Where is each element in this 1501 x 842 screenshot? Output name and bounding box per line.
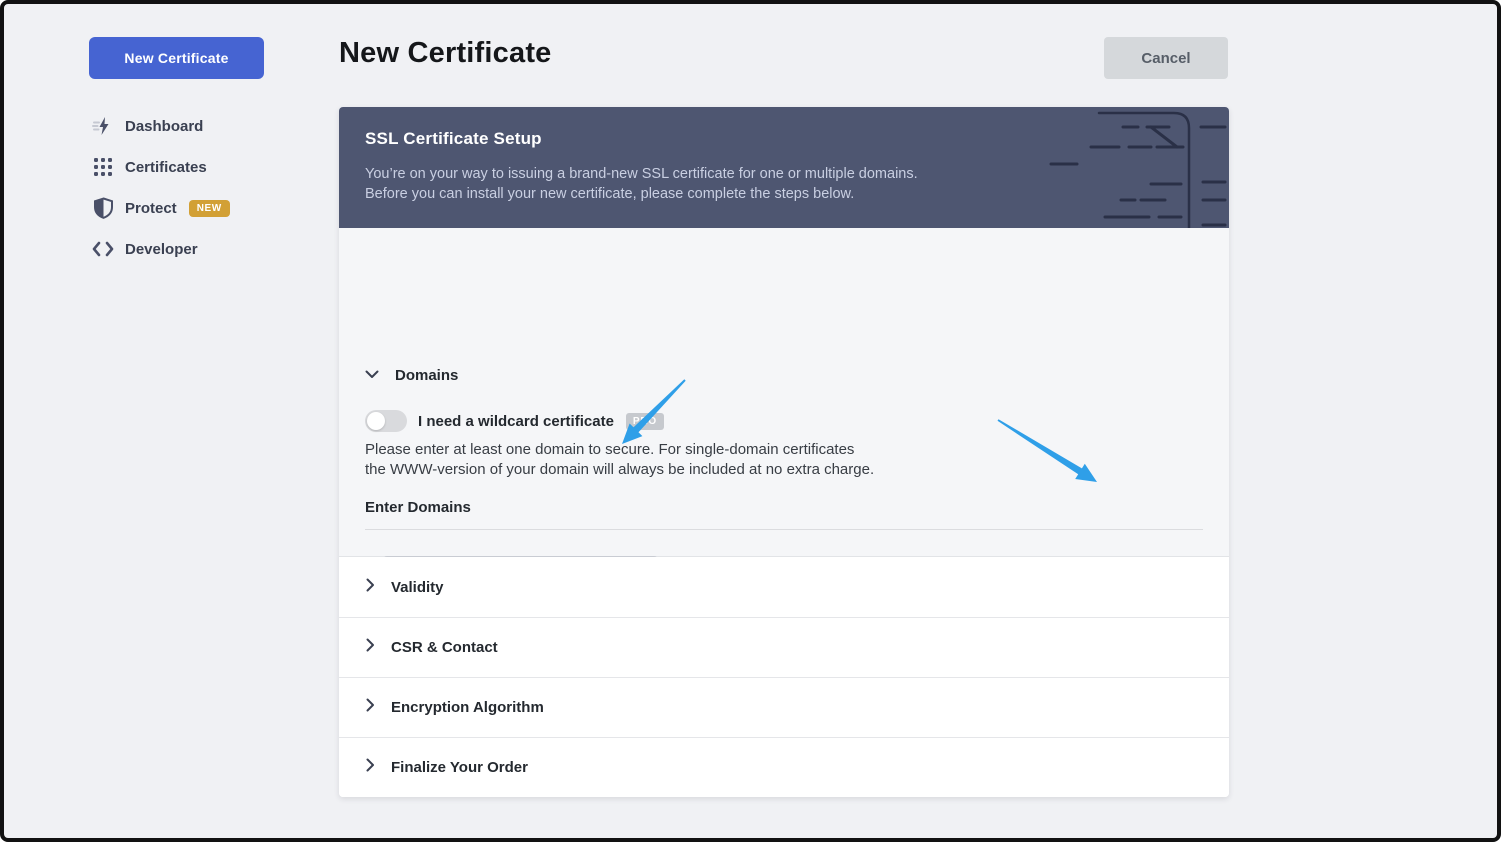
pro-badge: PRO <box>626 413 664 430</box>
ssl-setup-hero: SSL Certificate Setup You’re on your way… <box>339 107 1229 228</box>
accordion-row-finalize-order[interactable]: Finalize Your Order <box>339 737 1229 797</box>
page-title: New Certificate <box>339 37 552 70</box>
accordion-label: Validity <box>391 579 444 596</box>
wildcard-toggle-row: I need a wildcard certificate PRO <box>365 410 664 432</box>
chevron-right-icon <box>366 698 375 717</box>
new-certificate-button[interactable]: New Certificate <box>89 37 264 79</box>
hero-decoration <box>1039 107 1229 228</box>
accordion-row-encryption-algorithm[interactable]: Encryption Algorithm <box>339 677 1229 737</box>
accordion-row-validity[interactable]: Validity <box>339 557 1229 617</box>
toggle-knob <box>367 412 385 430</box>
sidebar-item-label: Certificates <box>125 159 207 176</box>
shield-icon <box>92 197 114 219</box>
hero-title: SSL Certificate Setup <box>365 129 542 149</box>
accordion-row-csr-contact[interactable]: CSR & Contact <box>339 617 1229 677</box>
new-badge: NEW <box>189 200 230 217</box>
hero-description-line2: Before you can install your new certific… <box>365 186 854 202</box>
cancel-button[interactable]: Cancel <box>1104 37 1228 79</box>
domains-help-line1: Please enter at least one domain to secu… <box>365 441 854 458</box>
sidebar-item-label: Developer <box>125 241 198 258</box>
sidebar-item-developer[interactable]: Developer <box>92 235 230 263</box>
code-icon <box>92 238 114 260</box>
sidebar-item-label: Protect <box>125 200 177 217</box>
wildcard-toggle-label: I need a wildcard certificate <box>418 413 614 430</box>
dashboard-icon <box>92 115 114 137</box>
enter-domains-label: Enter Domains <box>365 499 471 516</box>
domains-section-header[interactable]: Domains <box>365 366 458 384</box>
certificates-icon <box>92 156 114 178</box>
accordion-label: Encryption Algorithm <box>391 699 544 716</box>
chevron-right-icon <box>366 638 375 657</box>
divider <box>365 529 1203 530</box>
chevron-right-icon <box>366 758 375 777</box>
sidebar-item-dashboard[interactable]: Dashboard <box>92 112 230 140</box>
wildcard-toggle[interactable] <box>365 410 407 432</box>
chevron-right-icon <box>366 578 375 597</box>
app-window: New Certificate Dashboard <box>0 0 1501 842</box>
chevron-down-icon <box>365 366 379 384</box>
domains-section-label: Domains <box>395 367 458 384</box>
accordion-label: CSR & Contact <box>391 639 498 656</box>
sidebar-item-protect[interactable]: Protect NEW <box>92 194 230 222</box>
accordion-label: Finalize Your Order <box>391 759 528 776</box>
hero-description-line1: You’re on your way to issuing a brand-ne… <box>365 166 918 182</box>
domains-help-line2: the WWW-version of your domain will alwa… <box>365 461 874 478</box>
sidebar-item-label: Dashboard <box>125 118 203 135</box>
sidebar-item-certificates[interactable]: Certificates <box>92 153 230 181</box>
domains-section: Domains I need a wildcard certificate PR… <box>339 228 1229 557</box>
sidebar-nav: Dashboard Certificates <box>92 112 230 276</box>
certificate-setup-card: SSL Certificate Setup You’re on your way… <box>339 107 1229 797</box>
